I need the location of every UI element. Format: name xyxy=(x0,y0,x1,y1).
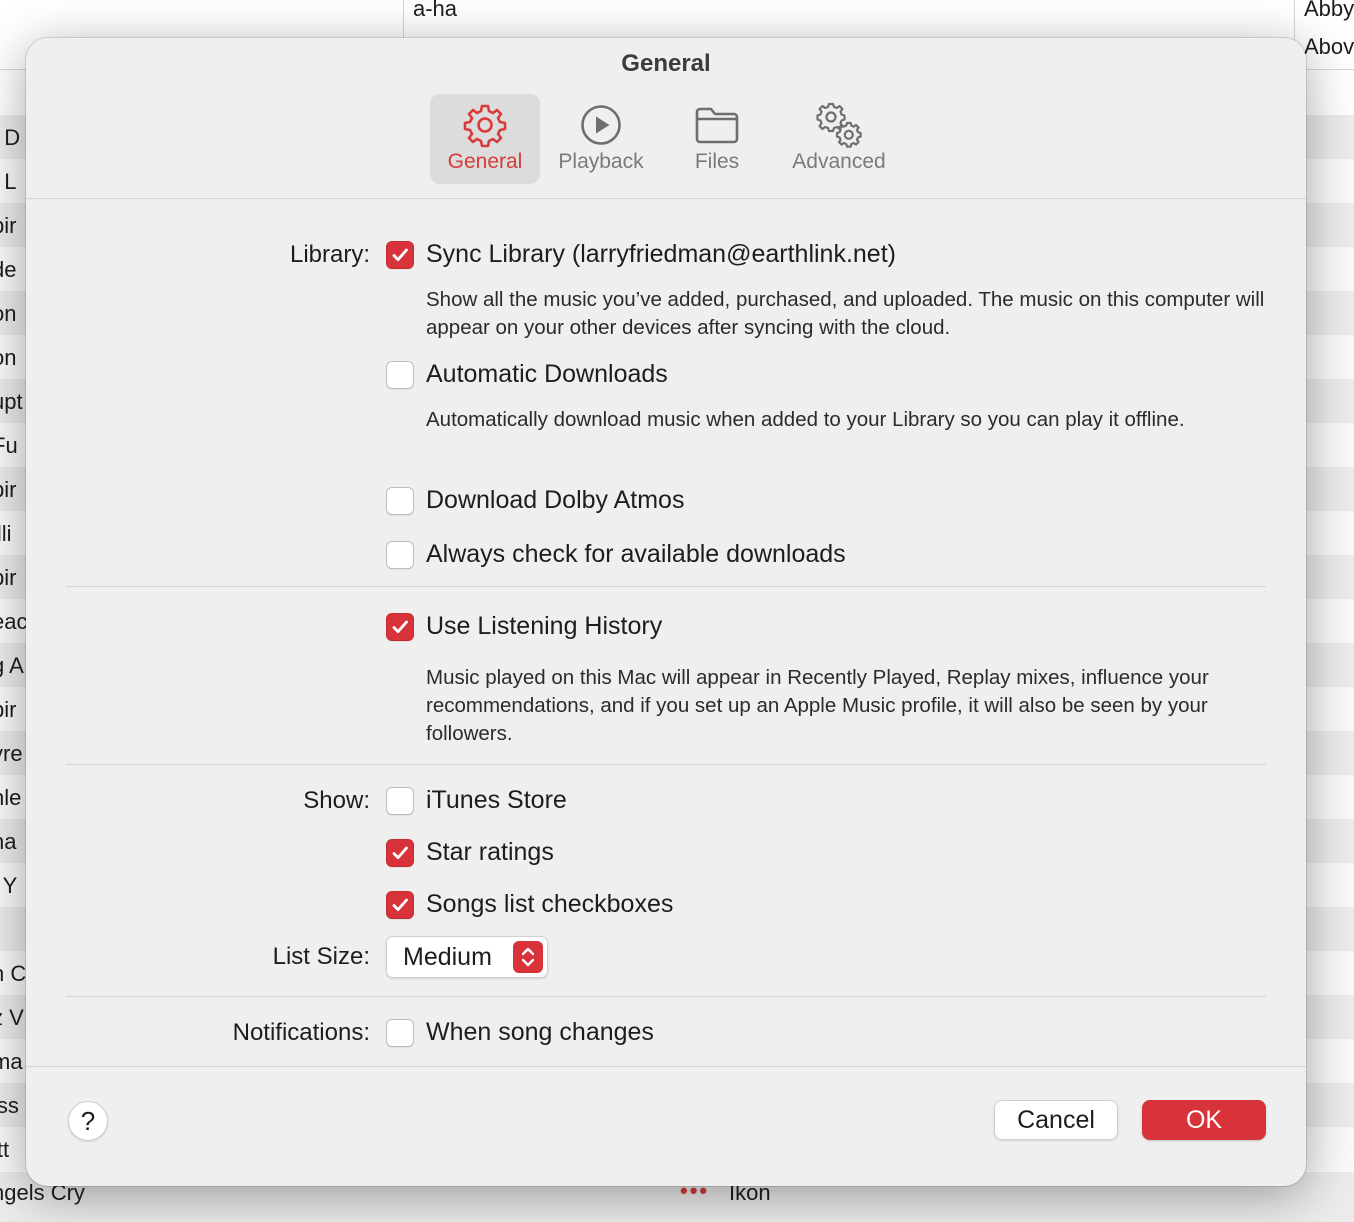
song-title: l Y xyxy=(0,873,18,898)
cancel-button[interactable]: Cancel xyxy=(994,1100,1118,1140)
album-name: Abby xyxy=(1304,0,1354,21)
always-check-downloads-checkbox[interactable] xyxy=(386,541,414,569)
songs-list-checkboxes-checkbox[interactable] xyxy=(386,891,414,919)
dolby-atmos-label[interactable]: Download Dolby Atmos xyxy=(426,486,684,515)
gear-icon xyxy=(463,104,507,148)
folder-icon xyxy=(695,107,739,144)
song-title: t D xyxy=(0,125,21,150)
itunes-store-checkbox[interactable] xyxy=(386,787,414,815)
footer-divider xyxy=(26,1066,1306,1067)
tab-label: Files xyxy=(694,150,740,173)
section-divider xyxy=(66,996,1266,997)
song-title: nle xyxy=(0,785,22,810)
tab-playback[interactable]: Playback xyxy=(546,94,656,184)
checkmark-icon xyxy=(392,898,408,912)
tab-label: General xyxy=(447,150,523,173)
listening-history-checkbox[interactable] xyxy=(386,613,414,641)
song-title: eac xyxy=(0,609,28,634)
always-check-downloads-label[interactable]: Always check for available downloads xyxy=(426,540,846,569)
notifications-label: Notifications: xyxy=(232,1019,370,1046)
song-title: na xyxy=(0,829,17,854)
song-title: n C xyxy=(0,961,27,986)
dolby-atmos-checkbox[interactable] xyxy=(386,487,414,515)
song-title: / L xyxy=(0,169,17,194)
sync-library-description: Show all the music you’ve added, purchas… xyxy=(426,288,1265,339)
song-changes-label[interactable]: When song changes xyxy=(426,1018,654,1047)
song-title: z V xyxy=(0,1005,24,1030)
tab-label: Playback xyxy=(558,150,644,173)
tab-label: Advanced xyxy=(792,150,886,173)
song-title: iss xyxy=(0,1093,19,1118)
song-title: on xyxy=(0,301,17,326)
section-divider xyxy=(66,586,1266,587)
list-size-label: List Size: xyxy=(272,943,370,970)
song-title: pir xyxy=(0,565,17,590)
song-title: g A xyxy=(0,653,24,678)
listening-history-description: Music played on this Mac will appear in … xyxy=(426,666,1209,745)
library-label: Library: xyxy=(289,241,370,268)
checkmark-icon xyxy=(392,248,408,262)
tab-files[interactable]: Files xyxy=(662,94,772,184)
song-title: de xyxy=(0,257,17,282)
section-divider xyxy=(66,764,1266,765)
checkmark-icon xyxy=(392,846,408,860)
sync-library-checkbox[interactable] xyxy=(386,241,414,269)
songs-list-checkboxes-label[interactable]: Songs list checkboxes xyxy=(426,890,673,919)
song-title: illi xyxy=(0,521,12,546)
toolbar-divider xyxy=(26,198,1306,199)
ok-button[interactable]: OK xyxy=(1142,1100,1266,1140)
tab-advanced[interactable]: Advanced xyxy=(778,94,900,184)
preferences-dialog: General General Playback Files Advanced … xyxy=(26,38,1306,1186)
song-title: ma xyxy=(0,1049,23,1074)
song-title: itt xyxy=(0,1137,10,1162)
dialog-title: General xyxy=(621,50,711,77)
song-title: pir xyxy=(0,477,17,502)
song-title: pir xyxy=(0,697,17,722)
automatic-downloads-description: Automatically download music when added … xyxy=(426,408,1185,431)
itunes-store-label[interactable]: iTunes Store xyxy=(426,786,567,815)
sync-library-label[interactable]: Sync Library (larryfriedman@earthlink.ne… xyxy=(426,240,896,269)
help-button[interactable]: ? xyxy=(68,1101,108,1141)
automatic-downloads-label[interactable]: Automatic Downloads xyxy=(426,360,668,389)
list-size-select[interactable]: Medium xyxy=(386,936,548,978)
song-title: on xyxy=(0,345,17,370)
song-changes-checkbox[interactable] xyxy=(386,1019,414,1047)
tab-general[interactable]: General xyxy=(430,94,540,184)
listening-history-label[interactable]: Use Listening History xyxy=(426,612,662,641)
play-circle-icon xyxy=(581,105,621,145)
song-title: Fu xyxy=(0,433,18,458)
song-title: upt xyxy=(0,389,23,414)
up-down-chevron-icon xyxy=(513,941,543,973)
list-size-value: Medium xyxy=(403,943,492,971)
album-name: Abov xyxy=(1304,34,1354,59)
song-title: yre xyxy=(0,741,23,766)
automatic-downloads-checkbox[interactable] xyxy=(386,361,414,389)
show-label: Show: xyxy=(303,787,370,814)
star-ratings-label[interactable]: Star ratings xyxy=(426,838,554,867)
checkmark-icon xyxy=(392,620,408,634)
artist-name: a-ha xyxy=(413,0,458,21)
star-ratings-checkbox[interactable] xyxy=(386,839,414,867)
song-title: pir xyxy=(0,213,17,238)
gears-icon xyxy=(816,102,862,148)
